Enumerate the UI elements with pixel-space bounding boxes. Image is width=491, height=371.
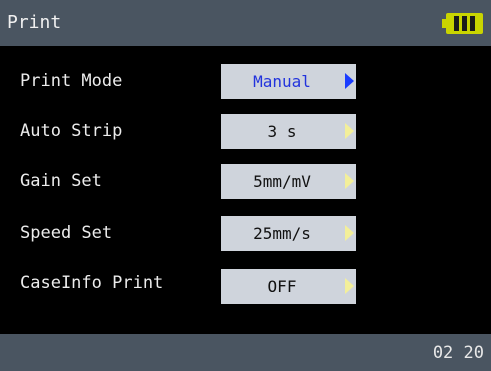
setting-label: Auto Strip: [20, 121, 123, 141]
battery-body: [446, 13, 483, 34]
settings-list: Print Mode Manual Auto Strip 3 s Gain Se…: [0, 46, 491, 334]
chevron-right-icon[interactable]: [345, 73, 354, 89]
chevron-right-icon[interactable]: [345, 123, 354, 139]
auto-strip-selector[interactable]: 3 s: [221, 114, 356, 149]
battery-full-icon: [442, 13, 485, 34]
status-bar: 02 20: [0, 334, 491, 371]
setting-label: Print Mode: [20, 71, 123, 91]
setting-value: 25mm/s: [221, 216, 343, 251]
battery-level-bar: [454, 16, 459, 31]
setting-value: OFF: [221, 269, 343, 304]
gain-set-selector[interactable]: 5mm/mV: [221, 164, 356, 199]
chevron-right-icon[interactable]: [345, 225, 354, 241]
page-title: Print: [7, 12, 62, 33]
setting-label: CaseInfo Print: [20, 273, 164, 293]
battery-level-bar: [470, 16, 475, 31]
setting-value: Manual: [221, 64, 343, 99]
speed-set-selector[interactable]: 25mm/s: [221, 216, 356, 251]
caseinfo-print-selector[interactable]: OFF: [221, 269, 356, 304]
chevron-right-icon[interactable]: [345, 173, 354, 189]
print-mode-selector[interactable]: Manual: [221, 64, 356, 99]
title-bar: Print: [0, 0, 491, 46]
setting-value: 3 s: [221, 114, 343, 149]
chevron-right-icon[interactable]: [345, 278, 354, 294]
clock-time: 02 20: [432, 343, 484, 363]
setting-label: Speed Set: [20, 223, 113, 243]
setting-value: 5mm/mV: [221, 164, 343, 199]
setting-label: Gain Set: [20, 171, 102, 191]
battery-level-bar: [462, 16, 467, 31]
